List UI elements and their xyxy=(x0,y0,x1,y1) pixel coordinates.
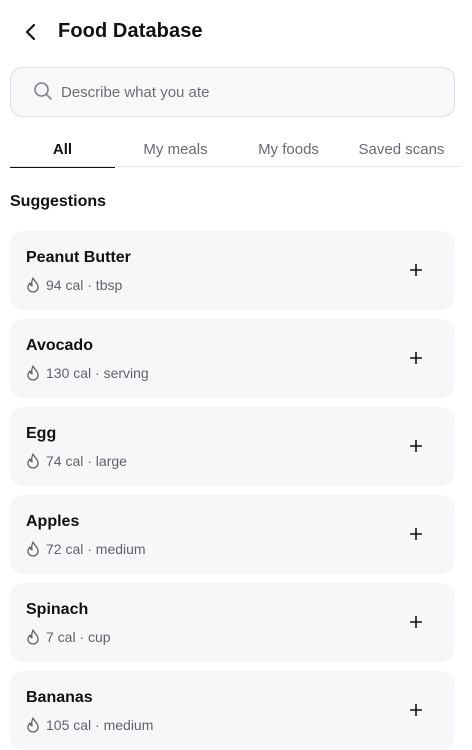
flame-icon xyxy=(27,717,39,733)
add-button[interactable] xyxy=(405,611,427,633)
add-button[interactable] xyxy=(405,259,427,281)
food-calories: 105 cal · medium xyxy=(26,716,153,734)
plus-icon xyxy=(410,440,422,452)
food-card-apples[interactable]: Apples 72 cal · medium xyxy=(10,495,455,574)
food-meta-text: 72 cal · medium xyxy=(46,541,146,557)
flame-icon xyxy=(27,629,39,645)
food-name: Apples xyxy=(26,513,80,530)
food-name: Bananas xyxy=(26,689,93,706)
food-name: Egg xyxy=(26,425,57,442)
food-meta-text: 130 cal · serving xyxy=(46,365,149,381)
tabs-divider xyxy=(10,166,462,167)
add-button[interactable] xyxy=(405,699,427,721)
food-meta-text: 74 cal · large xyxy=(46,453,127,469)
food-card-peanut-butter[interactable]: Peanut Butter 94 cal · tbsp xyxy=(10,231,455,310)
food-name: Spinach xyxy=(26,601,89,618)
tab-bar: All My meals My foods Saved scans xyxy=(10,134,462,168)
tab-saved-scans[interactable]: Saved scans xyxy=(349,134,454,168)
food-calories: 74 cal · large xyxy=(26,452,127,470)
suggestions-heading: Suggestions xyxy=(10,193,107,210)
plus-icon xyxy=(410,704,422,716)
food-card-egg[interactable]: Egg 74 cal · large xyxy=(10,407,455,486)
plus-icon xyxy=(410,352,422,364)
food-card-avocado[interactable]: Avocado 130 cal · serving xyxy=(10,319,455,398)
food-name: Peanut Butter xyxy=(26,249,131,266)
food-calories: 94 cal · tbsp xyxy=(26,276,122,294)
food-card-spinach[interactable]: Spinach 7 cal · cup xyxy=(10,583,455,662)
flame-icon xyxy=(27,365,39,381)
food-meta-text: 7 cal · cup xyxy=(46,629,111,645)
search-bar[interactable] xyxy=(10,67,455,117)
food-calories: 7 cal · cup xyxy=(26,628,111,646)
food-meta-text: 94 cal · tbsp xyxy=(46,277,123,293)
food-calories: 130 cal · serving xyxy=(26,364,149,382)
add-button[interactable] xyxy=(405,523,427,545)
search-input[interactable] xyxy=(61,68,446,116)
tab-my-foods[interactable]: My foods xyxy=(236,134,341,168)
tab-my-meals[interactable]: My meals xyxy=(123,134,228,168)
add-button[interactable] xyxy=(405,347,427,369)
plus-icon xyxy=(410,616,422,628)
back-button[interactable] xyxy=(18,18,44,46)
plus-icon xyxy=(410,264,422,276)
flame-icon xyxy=(27,541,39,557)
food-meta-text: 105 cal · medium xyxy=(46,717,154,733)
flame-icon xyxy=(27,453,39,469)
food-card-bananas[interactable]: Bananas 105 cal · medium xyxy=(10,671,455,750)
plus-icon xyxy=(410,528,422,540)
food-name: Avocado xyxy=(26,337,93,354)
search-icon xyxy=(34,82,52,100)
page-title: Food Database xyxy=(58,20,203,42)
food-calories: 72 cal · medium xyxy=(26,540,146,558)
tab-all[interactable]: All xyxy=(10,134,115,168)
flame-icon xyxy=(27,277,39,293)
add-button[interactable] xyxy=(405,435,427,457)
chevron-left-icon xyxy=(25,23,36,41)
header: Food Database xyxy=(0,0,472,64)
